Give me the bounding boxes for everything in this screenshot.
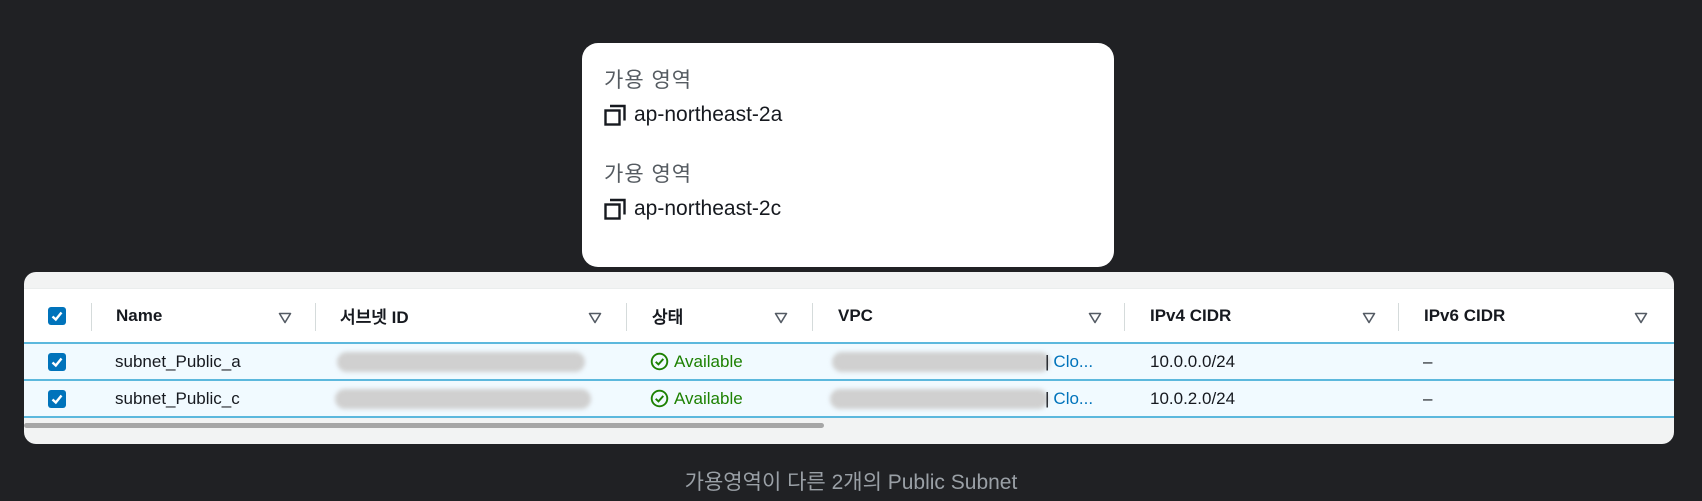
- table-row[interactable]: subnet_Public_a Available | Clo... 10.0.…: [24, 344, 1674, 381]
- subnet-name: subnet_Public_c: [115, 388, 240, 408]
- column-divider: [1124, 303, 1125, 331]
- copy-icon[interactable]: [604, 198, 626, 220]
- ipv6-cidr: –: [1423, 351, 1433, 371]
- select-all-checkbox[interactable]: [48, 306, 66, 325]
- redacted-subnet-id: [337, 352, 585, 372]
- subnet-table: Name 서브넷 ID 상태 VPC IPv4 CIDR IPv6 CIDR s…: [24, 272, 1674, 444]
- table-row[interactable]: subnet_Public_c Available | Clo... 10.0.…: [24, 381, 1674, 418]
- check-circle-icon: [650, 352, 669, 371]
- sort-triangle-icon[interactable]: [774, 312, 788, 324]
- column-divider: [1398, 303, 1399, 331]
- ipv6-cidr-cell: –: [1423, 381, 1432, 416]
- column-divider: [626, 303, 627, 331]
- column-header-label: 서브넷 ID: [340, 308, 409, 327]
- table-header-row: Name 서브넷 ID 상태 VPC IPv4 CIDR IPv6 CIDR: [24, 288, 1674, 344]
- horizontal-scrollbar[interactable]: [24, 423, 824, 428]
- availability-zone-item: 가용 영역 ap-northeast-2c: [604, 161, 1092, 223]
- subnet-name-cell[interactable]: subnet_Public_c: [115, 381, 240, 416]
- availability-zone-label: 가용 영역: [604, 69, 693, 92]
- column-divider: [812, 303, 813, 331]
- ipv4-cidr-cell: 10.0.2.0/24: [1150, 381, 1235, 416]
- sort-triangle-icon[interactable]: [278, 312, 292, 324]
- status-text: Available: [674, 388, 743, 408]
- column-header-label: VPC: [838, 305, 873, 325]
- availability-zone-value: ap-northeast-2c: [634, 197, 782, 220]
- sort-triangle-icon[interactable]: [588, 312, 602, 324]
- ipv6-cidr: –: [1423, 388, 1433, 408]
- availability-zone-label: 가용 영역: [604, 163, 693, 186]
- ipv4-cidr-cell: 10.0.0.0/24: [1150, 344, 1235, 379]
- availability-zone-item: 가용 영역 ap-northeast-2a: [604, 67, 1092, 129]
- row-select-cell: [48, 344, 66, 379]
- check-circle-icon: [650, 389, 669, 408]
- checkmark-icon: [51, 357, 63, 367]
- redacted-vpc-id: [830, 389, 1048, 409]
- copy-icon[interactable]: [604, 104, 626, 126]
- column-divider: [91, 303, 92, 331]
- vpc-separator: |: [1045, 388, 1050, 408]
- vpc-cell[interactable]: | Clo...: [1045, 381, 1093, 416]
- column-header-status[interactable]: 상태: [652, 289, 683, 342]
- checkmark-icon: [51, 394, 63, 404]
- status-badge: Available: [650, 389, 743, 409]
- status-cell: Available: [650, 381, 743, 416]
- ipv6-cidr-cell: –: [1423, 344, 1432, 379]
- row-checkbox[interactable]: [48, 352, 66, 371]
- column-header-subnet-id[interactable]: 서브넷 ID: [340, 289, 409, 342]
- availability-zone-card: 가용 영역 ap-northeast-2a 가용 영역 ap-northeast…: [582, 43, 1114, 267]
- status-cell: Available: [650, 344, 743, 379]
- select-all-cell: [48, 289, 66, 342]
- vpc-link[interactable]: Clo...: [1053, 352, 1093, 372]
- subnet-table-body: Name 서브넷 ID 상태 VPC IPv4 CIDR IPv6 CIDR s…: [24, 288, 1674, 428]
- column-header-name[interactable]: Name: [116, 289, 162, 342]
- column-header-ipv4-cidr[interactable]: IPv4 CIDR: [1150, 289, 1231, 342]
- row-checkbox[interactable]: [48, 389, 66, 408]
- availability-zone-value: ap-northeast-2a: [634, 103, 783, 126]
- ipv4-cidr: 10.0.0.0/24: [1150, 351, 1236, 371]
- subnet-name: subnet_Public_a: [115, 351, 241, 371]
- subnet-name-cell[interactable]: subnet_Public_a: [115, 344, 241, 379]
- status-text: Available: [674, 351, 743, 371]
- row-select-cell: [48, 381, 66, 416]
- column-divider: [315, 303, 316, 331]
- column-header-label: IPv6 CIDR: [1424, 305, 1506, 325]
- sort-triangle-icon[interactable]: [1362, 312, 1376, 324]
- vpc-separator: |: [1045, 351, 1050, 371]
- column-header-label: IPv4 CIDR: [1150, 305, 1232, 325]
- status-badge: Available: [650, 352, 743, 372]
- vpc-link[interactable]: Clo...: [1053, 389, 1093, 409]
- column-header-ipv6-cidr[interactable]: IPv6 CIDR: [1424, 289, 1505, 342]
- sort-triangle-icon[interactable]: [1634, 312, 1648, 324]
- vpc-cell[interactable]: | Clo...: [1045, 344, 1093, 379]
- redacted-subnet-id: [335, 389, 591, 409]
- column-header-label: 상태: [652, 308, 684, 327]
- sort-triangle-icon[interactable]: [1088, 312, 1102, 324]
- column-header-vpc[interactable]: VPC: [838, 289, 873, 342]
- image-caption: 가용영역이 다른 2개의 Public Subnet: [684, 471, 1018, 494]
- availability-zone-value-row: ap-northeast-2c: [604, 195, 1092, 223]
- availability-zone-value-row: ap-northeast-2a: [604, 101, 1092, 129]
- column-header-label: Name: [116, 305, 163, 325]
- checkmark-icon: [51, 311, 63, 321]
- ipv4-cidr: 10.0.2.0/24: [1150, 388, 1236, 408]
- redacted-vpc-id: [832, 352, 1050, 372]
